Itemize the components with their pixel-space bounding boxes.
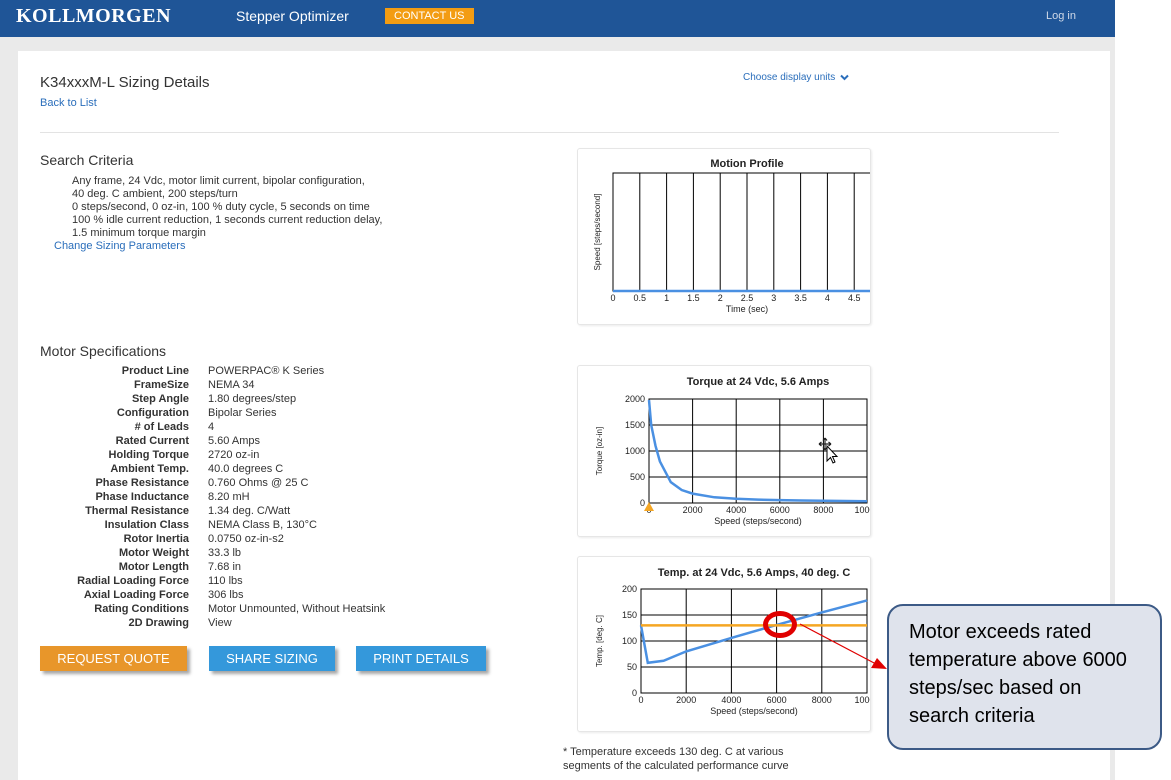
footnote-line: * Temperature exceeds 130 deg. C at vari… xyxy=(563,746,784,758)
callout-note: Motor exceeds rated temperature above 60… xyxy=(887,604,1162,750)
move-cursor-icon xyxy=(818,437,839,464)
footnote-line: segments of the calculated performance c… xyxy=(563,760,789,772)
temperature-footnote: * Temperature exceeds 130 deg. C at vari… xyxy=(563,745,789,773)
